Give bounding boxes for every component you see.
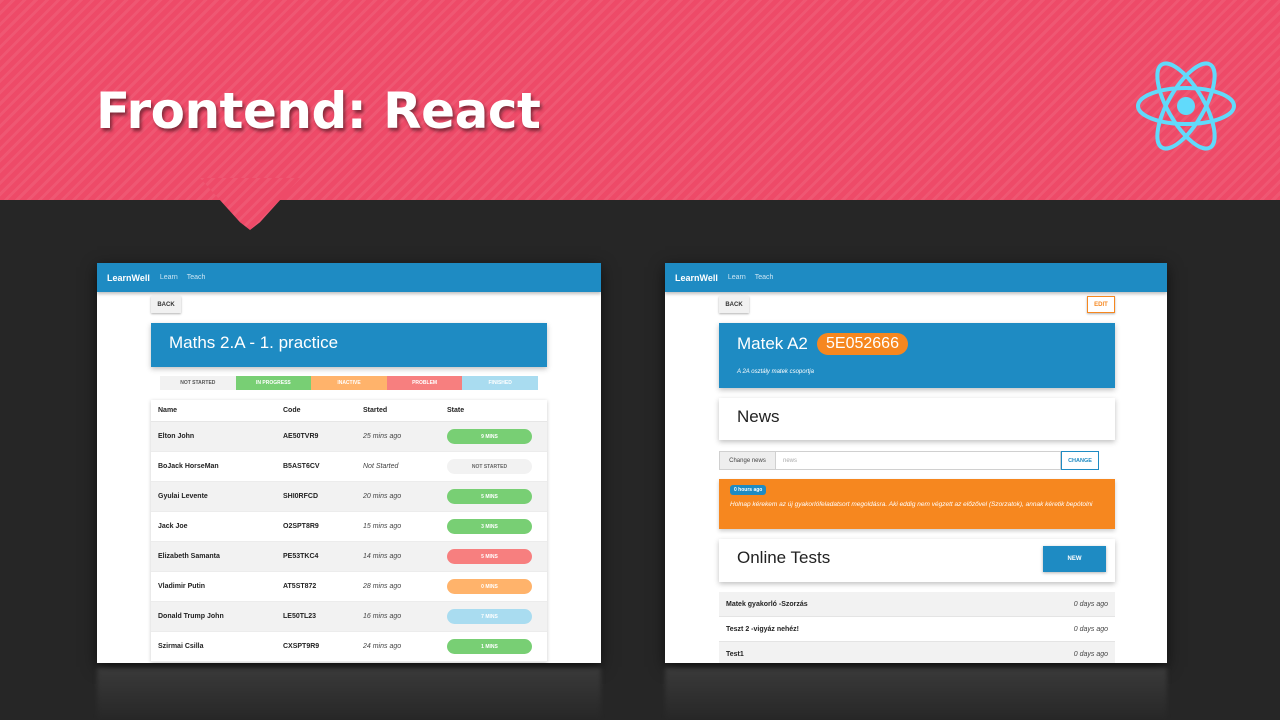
nav-link-teach[interactable]: Teach bbox=[755, 274, 774, 281]
legend-finished: FINISHED bbox=[462, 376, 538, 390]
students-table: Name Code Started State Elton John AE50T… bbox=[151, 400, 547, 662]
news-input-group: Change news news CHANGE bbox=[719, 451, 1099, 470]
student-started: 20 mins ago bbox=[363, 493, 402, 500]
table-row[interactable]: Gyulai Levente SHI0RFCD 20 mins ago 5 MI… bbox=[151, 482, 547, 512]
test-time: 0 days ago bbox=[1073, 600, 1108, 608]
student-name: Jack Joe bbox=[158, 523, 188, 530]
navbar: LearnWell Learn Teach bbox=[665, 263, 1167, 292]
practice-title: Maths 2.A - 1. practice bbox=[151, 323, 547, 367]
nav-link-learn[interactable]: Learn bbox=[728, 274, 746, 281]
test-name: Test1 bbox=[726, 650, 744, 658]
navbar: LearnWell Learn Teach bbox=[97, 263, 601, 292]
table-row[interactable]: Elton John AE50TVR9 25 mins ago 9 MINS bbox=[151, 422, 547, 452]
state-pill: 5 MINS bbox=[447, 489, 532, 504]
table-row[interactable]: Jack Joe O2SPT8R9 15 mins ago 3 MINS bbox=[151, 512, 547, 542]
new-test-button[interactable]: NEW bbox=[1043, 546, 1106, 572]
state-pill: 9 MINS bbox=[447, 429, 532, 444]
table-row[interactable]: BoJack HorseMan B5AST6CV Not Started NOT… bbox=[151, 452, 547, 482]
test-time: 0 days ago bbox=[1073, 625, 1108, 633]
online-tests-card: Online Tests NEW bbox=[719, 539, 1115, 582]
student-started: 25 mins ago bbox=[363, 433, 402, 440]
table-row[interactable]: Vladimir Putin AT5ST872 28 mins ago 0 MI… bbox=[151, 572, 547, 602]
student-code: SHI0RFCD bbox=[283, 493, 319, 500]
student-started: 28 mins ago bbox=[363, 583, 402, 590]
column-header-started[interactable]: Started bbox=[363, 407, 447, 414]
back-button[interactable]: BACK bbox=[719, 296, 749, 313]
column-header-state[interactable]: State bbox=[447, 407, 547, 414]
list-item[interactable]: Test1 0 days ago bbox=[719, 642, 1115, 663]
student-name: Elton John bbox=[158, 433, 195, 440]
nav-link-teach[interactable]: Teach bbox=[187, 274, 206, 281]
news-text: Holnap kérekem az új gyakorlófeladatsort… bbox=[730, 501, 1093, 508]
state-pill: NOT STARTED bbox=[447, 459, 532, 474]
table-body: Elton John AE50TVR9 25 mins ago 9 MINS B… bbox=[151, 422, 547, 662]
legend-in-progress: IN PROGRESS bbox=[235, 376, 312, 390]
group-description: A 2A osztály matek csoportja bbox=[737, 369, 814, 375]
back-button[interactable]: BACK bbox=[151, 296, 181, 313]
tests-list: Matek gyakorló -Szorzás 0 days ago Teszt… bbox=[719, 592, 1115, 663]
practice-screenshot: LearnWell Learn Teach BACK Maths 2.A - 1… bbox=[97, 263, 601, 663]
student-started: 14 mins ago bbox=[363, 553, 402, 560]
student-started: 16 mins ago bbox=[363, 613, 402, 620]
list-item[interactable]: Teszt 2 -vigyáz nehéz! 0 days ago bbox=[719, 617, 1115, 642]
state-pill: 7 MINS bbox=[447, 609, 532, 624]
screenshot-reflection bbox=[665, 668, 1167, 720]
table-header: Name Code Started State bbox=[151, 400, 547, 422]
student-name: Gyulai Levente bbox=[158, 493, 208, 500]
edit-button[interactable]: EDIT bbox=[1087, 296, 1115, 313]
group-screenshot: LearnWell Learn Teach BACK EDIT Matek A2… bbox=[665, 263, 1167, 663]
state-pill: 5 MINS bbox=[447, 549, 532, 564]
banner-pointer bbox=[200, 178, 300, 230]
news-time-badge: 0 hours ago bbox=[730, 485, 767, 495]
column-header-name[interactable]: Name bbox=[151, 407, 283, 414]
student-code: AE50TVR9 bbox=[283, 433, 319, 440]
screenshot-reflection bbox=[97, 668, 601, 720]
test-time: 0 days ago bbox=[1073, 650, 1108, 658]
nav-link-learn[interactable]: Learn bbox=[160, 274, 178, 281]
news-input-label: Change news bbox=[719, 451, 776, 470]
column-header-code[interactable]: Code bbox=[283, 407, 363, 414]
brand-link[interactable]: LearnWell bbox=[675, 273, 718, 283]
student-name: BoJack HorseMan bbox=[158, 463, 219, 470]
brand-link[interactable]: LearnWell bbox=[107, 273, 150, 283]
student-started: 24 mins ago bbox=[363, 643, 402, 650]
student-name: Elizabeth Samanta bbox=[158, 553, 220, 560]
student-code: B5AST6CV bbox=[283, 463, 320, 470]
test-name: Matek gyakorló -Szorzás bbox=[726, 600, 808, 608]
react-atom-icon bbox=[1136, 61, 1236, 151]
change-news-button[interactable]: CHANGE bbox=[1061, 451, 1099, 470]
state-pill: 3 MINS bbox=[447, 519, 532, 534]
group-header-card: Matek A2 5E052666 A 2A osztály matek cso… bbox=[719, 323, 1115, 388]
student-started: Not Started bbox=[363, 463, 399, 470]
table-row[interactable]: Donald Trump John LE50TL23 16 mins ago 7… bbox=[151, 602, 547, 632]
student-started: 15 mins ago bbox=[363, 523, 402, 530]
student-code: PE53TKC4 bbox=[283, 553, 319, 560]
legend-inactive: INACTIVE bbox=[311, 376, 387, 390]
news-card: News bbox=[719, 398, 1115, 440]
table-row[interactable]: Szirmai Csilla CXSPT9R9 24 mins ago 1 MI… bbox=[151, 632, 547, 662]
legend-problem: PROBLEM bbox=[386, 376, 463, 390]
student-code: O2SPT8R9 bbox=[283, 523, 319, 530]
group-code-badge: 5E052666 bbox=[817, 333, 908, 355]
state-pill: 1 MINS bbox=[447, 639, 532, 654]
state-legend: NOT STARTED IN PROGRESS INACTIVE PROBLEM… bbox=[160, 376, 538, 390]
slide-title: Frontend: React bbox=[96, 82, 541, 140]
group-name: Matek A2 bbox=[737, 334, 808, 353]
table-row[interactable]: Elizabeth Samanta PE53TKC4 14 mins ago 5… bbox=[151, 542, 547, 572]
student-name: Donald Trump John bbox=[158, 613, 224, 620]
legend-not-started: NOT STARTED bbox=[160, 376, 236, 390]
test-name: Teszt 2 -vigyáz nehéz! bbox=[726, 625, 800, 633]
news-input[interactable]: news bbox=[776, 451, 1061, 470]
news-title: News bbox=[737, 407, 780, 426]
list-item[interactable]: Matek gyakorló -Szorzás 0 days ago bbox=[719, 592, 1115, 617]
student-name: Vladimir Putin bbox=[158, 583, 206, 590]
news-item: 0 hours ago Holnap kérekem az új gyakorl… bbox=[719, 479, 1115, 529]
state-pill: 0 MINS bbox=[447, 579, 532, 594]
online-tests-title: Online Tests bbox=[737, 548, 831, 567]
student-name: Szirmai Csilla bbox=[158, 643, 204, 650]
student-code: AT5ST872 bbox=[283, 583, 317, 590]
student-code: LE50TL23 bbox=[283, 613, 317, 620]
student-code: CXSPT9R9 bbox=[283, 643, 320, 650]
